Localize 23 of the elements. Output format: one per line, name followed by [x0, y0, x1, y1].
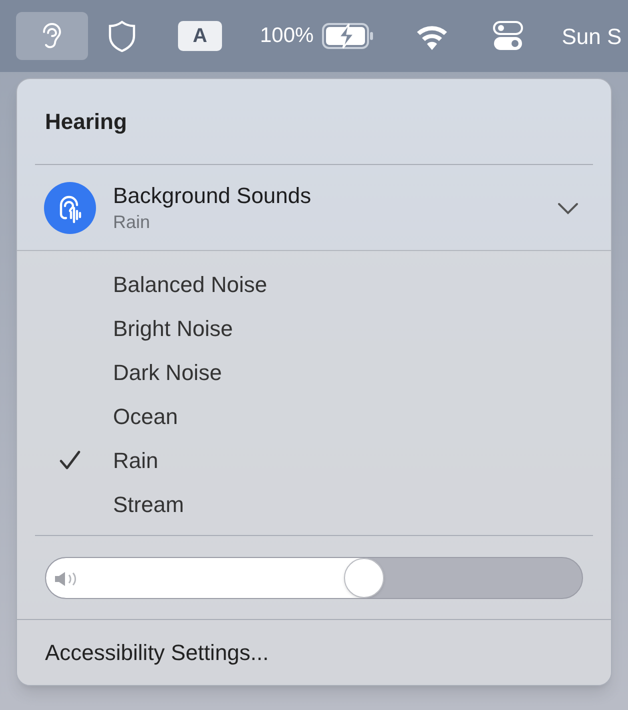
volume-slider[interactable]	[45, 557, 583, 599]
sound-option[interactable]: Dark Noise	[17, 350, 611, 394]
feature-title: Background Sounds	[113, 182, 312, 210]
chevron-icon[interactable]	[557, 200, 579, 214]
ear-icon	[41, 21, 63, 51]
sound-option[interactable]: Ocean	[17, 394, 611, 438]
menu-bar-clock[interactable]: Sun S	[562, 20, 622, 52]
sound-option[interactable]: Bright Noise	[17, 306, 611, 350]
battery-percentage: 100%	[260, 23, 314, 50]
sound-option[interactable]: Stream	[17, 482, 611, 526]
sound-option[interactable]: Balanced Noise	[17, 262, 611, 306]
feature-subtitle: Rain	[113, 210, 152, 234]
background-sounds-row[interactable]: Background Sounds Rain	[17, 165, 611, 251]
background-sounds-icon	[44, 182, 96, 234]
input-source-button[interactable]: A	[178, 21, 222, 51]
toggle-switches-icon	[492, 21, 523, 51]
sound-option[interactable]: Rain	[17, 438, 611, 482]
panel-title: Hearing	[45, 108, 127, 136]
charging-battery-icon[interactable]	[322, 23, 374, 49]
accessibility-settings-item[interactable]: Accessibility Settings...	[45, 636, 269, 669]
hearing-menu-button[interactable]	[16, 12, 88, 60]
checkmark-icon	[59, 450, 81, 470]
shield-icon	[108, 20, 136, 52]
